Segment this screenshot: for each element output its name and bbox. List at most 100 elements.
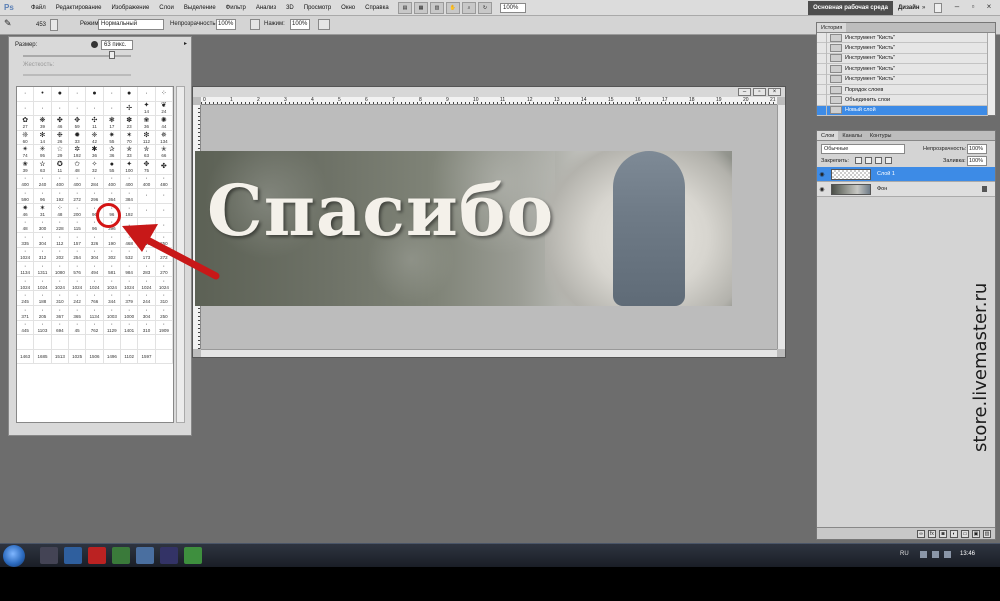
brush-preset-cell[interactable]: · 1024 (17, 247, 35, 263)
brush-preset-cell[interactable]: · 400 (17, 174, 35, 190)
brush-preset-cell[interactable]: · 1024 (69, 276, 87, 292)
zoom-tool-icon[interactable]: ⌕ (462, 2, 476, 14)
brush-preset-cell[interactable]: ✥ 59 (69, 116, 87, 131)
brush-preset-cell[interactable]: · 250 (155, 305, 173, 321)
brush-preset-cell[interactable]: ✲ 192 (69, 145, 87, 160)
brush-preset-cell[interactable]: ✪ 11 (51, 159, 69, 175)
brush-preset-cell[interactable]: ❦ 24 (155, 101, 173, 117)
brush-preset-cell[interactable]: · 694 (51, 320, 69, 336)
brush-preset-cell[interactable]: · 304 (34, 232, 52, 248)
brush-preset-cell[interactable] (86, 335, 104, 350)
brush-preset-cell[interactable]: • (34, 87, 52, 102)
brush-preset-cell[interactable] (121, 335, 139, 350)
brush-preset-cell[interactable]: ✫ 63 (34, 159, 52, 175)
brush-preset-cell[interactable]: ✵ 134 (155, 130, 173, 146)
brush-preset-cell[interactable]: · (51, 101, 69, 117)
brush-preset-cell[interactable]: · 1103 (34, 320, 52, 336)
brush-preset-cell[interactable]: 1513 (51, 349, 69, 365)
brush-preset-cell[interactable] (17, 335, 35, 350)
brush-preset-cell[interactable]: ✯ 33 (121, 145, 139, 160)
brush-preset-cell[interactable]: · 384 (121, 189, 139, 204)
history-item[interactable]: Инструмент "Кисть" (817, 43, 988, 54)
brush-preset-cell[interactable]: · 245 (17, 291, 35, 306)
brush-preset-cell[interactable]: · 1024 (51, 276, 69, 292)
brush-preset-cell[interactable]: · 304 (86, 247, 104, 263)
brush-preset-cell[interactable]: · (155, 189, 173, 204)
brush-preset-cell[interactable]: · 400 (121, 174, 139, 190)
lock-all-icon[interactable] (885, 157, 892, 164)
tab-history[interactable]: История (817, 23, 847, 32)
brush-preset-cell[interactable]: ✤ 46 (51, 116, 69, 131)
brush-preset-picker-button[interactable] (50, 19, 58, 31)
brush-preset-cell[interactable] (155, 335, 173, 350)
brush-preset-cell[interactable]: · 400 (138, 174, 156, 190)
brush-preset-cell[interactable]: · 202 (51, 247, 69, 263)
menu-item[interactable]: Окно (336, 0, 360, 16)
brush-preset-cell[interactable]: ✷ 55 (103, 130, 121, 146)
trash-icon[interactable]: ▥ (983, 529, 991, 538)
brush-preset-cell[interactable]: ✭ 66 (155, 145, 173, 160)
brush-preset-cell[interactable]: 1506 (86, 349, 104, 365)
brush-preset-cell[interactable]: · 445 (17, 320, 35, 336)
brush-preset-cell[interactable]: ✮ 63 (138, 145, 156, 160)
brush-preset-cell[interactable]: · 1024 (17, 276, 35, 292)
brush-preset-cell[interactable]: · 344 (103, 291, 121, 306)
brush-preset-cell[interactable]: ·272 (69, 189, 87, 204)
layer-style-icon[interactable]: fx (928, 529, 936, 538)
history-item[interactable]: Инструмент "Кисть" (817, 53, 988, 65)
taskbar-icq-icon[interactable] (112, 547, 130, 564)
tray-volume-icon[interactable] (932, 551, 939, 558)
brush-preset-cell[interactable]: ✴ 74 (17, 145, 35, 160)
brush-preset-cell[interactable]: ✻ 14 (34, 130, 52, 146)
brush-preset-cell[interactable]: ✱ 36 (86, 145, 104, 160)
brush-preset-cell[interactable]: · 1024 (34, 276, 52, 292)
brush-preset-cell[interactable]: · 400 (51, 174, 69, 190)
taskbar-opera-icon[interactable] (88, 547, 106, 564)
document-horizontal-scrollbar[interactable] (201, 349, 777, 357)
brush-preset-cell[interactable]: · 335 (17, 232, 35, 248)
new-layer-icon[interactable]: ▣ (972, 529, 980, 538)
brush-preset-cell[interactable]: · 367 (51, 305, 69, 321)
brush-preset-cell[interactable]: ✶ 31 (34, 203, 52, 219)
close-icon[interactable]: × (982, 2, 996, 13)
brush-preset-cell[interactable]: · 581 (103, 262, 121, 277)
lock-pixels-icon[interactable] (865, 157, 872, 164)
history-item[interactable]: Инструмент "Кисть" (817, 32, 988, 44)
brush-preset-cell[interactable] (69, 335, 87, 350)
history-item[interactable]: Объединить слои (817, 95, 988, 106)
brush-preset-cell[interactable]: 1025 (69, 349, 87, 365)
brush-preset-cell[interactable]: · (138, 203, 156, 219)
brush-preset-cell[interactable]: ❇ 112 (138, 130, 156, 146)
menu-item[interactable]: Справка (360, 0, 394, 16)
brush-preset-cell[interactable]: · 200 (69, 203, 87, 219)
launch-bridge-icon[interactable]: ▤ (398, 2, 412, 14)
tab-layers-panel[interactable]: Слои (817, 131, 839, 140)
brush-preset-cell[interactable]: · 300 (34, 218, 52, 233)
brush-preset-cell[interactable]: · (103, 101, 121, 117)
brush-preset-cell[interactable]: · 1311 (34, 262, 52, 277)
brush-preset-cell[interactable]: · 364 (103, 189, 121, 204)
brush-preset-cell[interactable]: ● (121, 87, 139, 102)
brush-preset-cell[interactable]: · 48 (17, 218, 35, 233)
brush-preset-cell[interactable]: · 1129 (103, 320, 121, 336)
taskbar-window-icon[interactable] (136, 547, 154, 564)
taskbar-photoshop-icon[interactable] (64, 547, 82, 564)
maximize-icon[interactable]: ▫ (966, 2, 980, 13)
taskbar-media-icon[interactable] (184, 547, 202, 564)
brush-tool-icon[interactable]: ✎ (4, 18, 24, 32)
clock[interactable]: 13:46 (960, 551, 975, 557)
history-item[interactable]: Инструмент "Кисть" (817, 63, 988, 75)
blend-mode-select[interactable]: Обычные (821, 144, 905, 154)
document-vertical-scrollbar[interactable] (777, 105, 785, 349)
extras-icon[interactable]: ▥ (430, 2, 444, 14)
menu-item[interactable]: Файл (26, 0, 51, 16)
brush-preset-cell[interactable]: · 379 (121, 291, 139, 306)
brush-preset-cell[interactable]: ❋ 39 (34, 116, 52, 131)
brush-preset-cell[interactable]: · 304 (138, 305, 156, 321)
airbrush-icon[interactable] (318, 19, 330, 30)
minimize-icon[interactable]: – (950, 2, 964, 13)
menu-item[interactable]: Просмотр (299, 0, 336, 16)
brush-preset-cell[interactable]: · (138, 189, 156, 204)
brush-preset-cell[interactable]: ✦ 100 (121, 159, 139, 175)
brush-preset-cell[interactable]: ✰ 36 (103, 145, 121, 160)
